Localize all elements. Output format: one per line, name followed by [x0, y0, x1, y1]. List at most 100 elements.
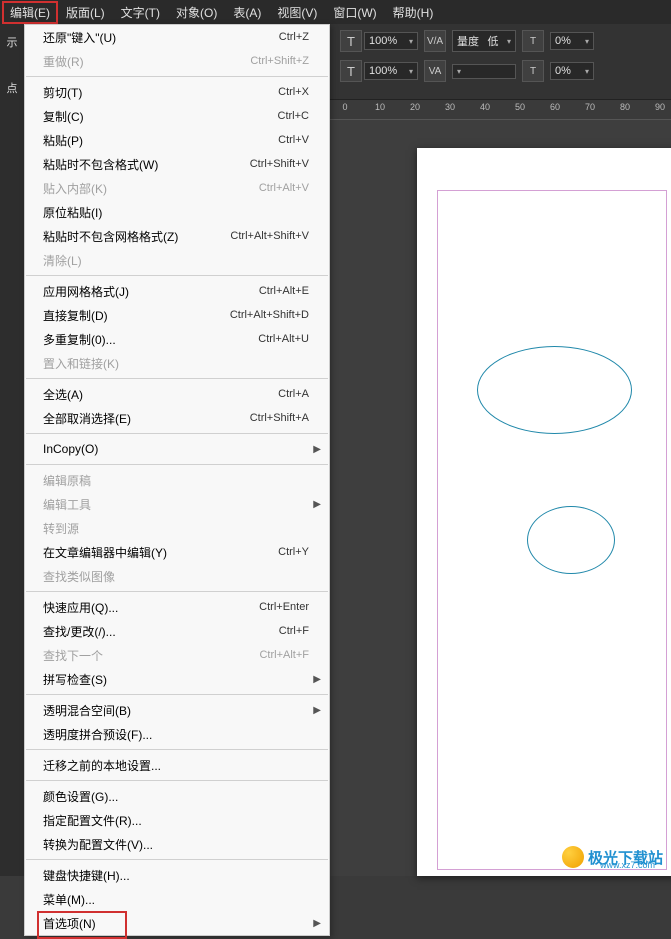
menu-item-label: 透明混合空间(B)	[43, 702, 309, 719]
menubar-item-object[interactable]: 对象(O)	[168, 1, 225, 24]
menu-item-17[interactable]: 全选(A)Ctrl+A	[25, 382, 329, 406]
menu-item-25[interactable]: 在文章编辑器中编辑(Y)Ctrl+Y	[25, 540, 329, 564]
menu-separator	[26, 433, 328, 434]
menu-item-shortcut: Ctrl+Shift+Z	[250, 55, 309, 67]
ellipse-shape-1[interactable]	[477, 346, 632, 434]
edit-menu-dropdown: 还原"键入"(U)Ctrl+Z重做(R)Ctrl+Shift+Z剪切(T)Ctr…	[24, 24, 330, 936]
menu-item-42[interactable]: 键盘快捷键(H)...	[25, 863, 329, 887]
menu-item-label: 原位粘贴(I)	[43, 204, 309, 221]
menubar-item-edit[interactable]: 编辑(E)	[2, 1, 58, 24]
menu-item-36[interactable]: 迁移之前的本地设置...	[25, 753, 329, 777]
metric-label: 量度	[457, 33, 479, 49]
va-icon[interactable]: V/A	[424, 30, 446, 52]
menu-item-29[interactable]: 查找/更改(/)...Ctrl+F	[25, 619, 329, 643]
menu-item-23: 编辑工具▶	[25, 492, 329, 516]
menu-item-43[interactable]: 菜单(M)...	[25, 887, 329, 911]
ruler-tick-60: 60	[550, 102, 560, 112]
menu-item-shortcut: Ctrl+Z	[279, 31, 309, 43]
menu-item-label: 在文章编辑器中编辑(Y)	[43, 544, 278, 561]
zero-value-1: 0%	[555, 35, 571, 47]
menubar-item-help[interactable]: 帮助(H)	[385, 1, 442, 24]
menu-item-9[interactable]: 粘贴时不包含网格格式(Z)Ctrl+Alt+Shift+V	[25, 224, 329, 248]
menu-item-22: 编辑原稿	[25, 468, 329, 492]
menu-item-label: 多重复制(0)...	[43, 331, 258, 348]
text-scale-v-icon[interactable]: T	[340, 30, 362, 52]
menu-separator	[26, 591, 328, 592]
menu-separator	[26, 694, 328, 695]
menu-item-6[interactable]: 粘贴时不包含格式(W)Ctrl+Shift+V	[25, 152, 329, 176]
menu-item-14[interactable]: 多重复制(0)...Ctrl+Alt+U	[25, 327, 329, 351]
zero-field-2[interactable]: 0%▾	[550, 62, 594, 80]
menu-item-shortcut: Ctrl+V	[278, 134, 309, 146]
menu-item-4[interactable]: 复制(C)Ctrl+C	[25, 104, 329, 128]
document-page[interactable]	[417, 148, 671, 876]
menu-item-label: 置入和链接(K)	[43, 355, 309, 372]
submenu-arrow-icon: ▶	[313, 918, 321, 929]
menu-item-label: 全选(A)	[43, 386, 278, 403]
shear-icon[interactable]: T	[522, 60, 544, 82]
menubar-item-view[interactable]: 视图(V)	[269, 1, 325, 24]
menu-item-30: 查找下一个Ctrl+Alt+F	[25, 643, 329, 667]
menu-item-label: 查找/更改(/)...	[43, 623, 279, 640]
baseline-icon[interactable]: T	[522, 30, 544, 52]
menu-item-label: 转到源	[43, 520, 309, 537]
menu-item-label: 编辑工具	[43, 496, 309, 513]
menu-item-label: 剪切(T)	[43, 84, 278, 101]
menu-item-40[interactable]: 转换为配置文件(V)...	[25, 832, 329, 856]
menu-item-3[interactable]: 剪切(T)Ctrl+X	[25, 80, 329, 104]
menu-item-44[interactable]: 首选项(N)▶	[25, 911, 329, 935]
metric-field[interactable]: 量度 低 ▾	[452, 30, 516, 52]
side-panel-stub: 示 点	[0, 24, 24, 876]
menu-item-label: 菜单(M)...	[43, 891, 309, 908]
ruler-tick-10: 10	[375, 102, 385, 112]
menu-item-label: 全部取消选择(E)	[43, 410, 250, 427]
menu-item-shortcut: Ctrl+Alt+V	[259, 182, 309, 194]
scale-v-value: 100%	[369, 35, 397, 47]
menu-item-label: 颜色设置(G)...	[43, 788, 309, 805]
menu-item-shortcut: Ctrl+Alt+U	[258, 333, 309, 345]
menu-item-33[interactable]: 透明混合空间(B)▶	[25, 698, 329, 722]
menubar-item-window[interactable]: 窗口(W)	[325, 1, 384, 24]
menu-separator	[26, 464, 328, 465]
submenu-arrow-icon: ▶	[313, 674, 321, 685]
scale-h-field[interactable]: 100%▾	[364, 62, 418, 80]
menu-item-label: 还原"键入"(U)	[43, 29, 279, 46]
menu-item-label: 粘贴(P)	[43, 132, 278, 149]
text-scale-h-icon[interactable]: T	[340, 60, 362, 82]
menu-item-shortcut: Ctrl+C	[278, 110, 309, 122]
va-icon-2[interactable]: VA	[424, 60, 446, 82]
menu-item-15: 置入和链接(K)	[25, 351, 329, 375]
menu-item-label: 应用网格格式(J)	[43, 283, 259, 300]
menubar-item-table[interactable]: 表(A)	[225, 1, 269, 24]
menu-item-39[interactable]: 指定配置文件(R)...	[25, 808, 329, 832]
menu-item-28[interactable]: 快速应用(Q)...Ctrl+Enter	[25, 595, 329, 619]
watermark: 极光下载站 www.xz7.com	[562, 846, 663, 868]
menu-item-label: 迁移之前的本地设置...	[43, 757, 309, 774]
menu-item-label: 编辑原稿	[43, 472, 309, 489]
menu-item-0[interactable]: 还原"键入"(U)Ctrl+Z	[25, 25, 329, 49]
tracking-field[interactable]: ▾	[452, 64, 516, 79]
metric-value: 低	[487, 33, 498, 49]
menu-item-34[interactable]: 透明度拼合预设(F)...	[25, 722, 329, 746]
menu-item-12[interactable]: 应用网格格式(J)Ctrl+Alt+E	[25, 279, 329, 303]
menu-item-20[interactable]: InCopy(O)▶	[25, 437, 329, 461]
ellipse-shape-2[interactable]	[527, 506, 615, 574]
menu-item-5[interactable]: 粘贴(P)Ctrl+V	[25, 128, 329, 152]
menubar-item-type[interactable]: 文字(T)	[113, 1, 168, 24]
ruler-tick-0: 0	[342, 102, 347, 112]
zero-field-1[interactable]: 0%▾	[550, 32, 594, 50]
menu-item-18[interactable]: 全部取消选择(E)Ctrl+Shift+A	[25, 406, 329, 430]
scale-v-field[interactable]: 100%▾	[364, 32, 418, 50]
menu-item-shortcut: Ctrl+Alt+F	[259, 649, 309, 661]
menu-item-label: 查找下一个	[43, 647, 259, 664]
menu-item-31[interactable]: 拼写检查(S)▶	[25, 667, 329, 691]
ruler-tick-40: 40	[480, 102, 490, 112]
menu-item-38[interactable]: 颜色设置(G)...	[25, 784, 329, 808]
menu-item-shortcut: Ctrl+F	[279, 625, 309, 637]
menu-item-7: 贴入内部(K)Ctrl+Alt+V	[25, 176, 329, 200]
menubar-item-layout[interactable]: 版面(L)	[58, 1, 113, 24]
menu-item-label: 粘贴时不包含格式(W)	[43, 156, 250, 173]
menu-item-8[interactable]: 原位粘贴(I)	[25, 200, 329, 224]
ruler-tick-90: 90	[655, 102, 665, 112]
menu-item-13[interactable]: 直接复制(D)Ctrl+Alt+Shift+D	[25, 303, 329, 327]
